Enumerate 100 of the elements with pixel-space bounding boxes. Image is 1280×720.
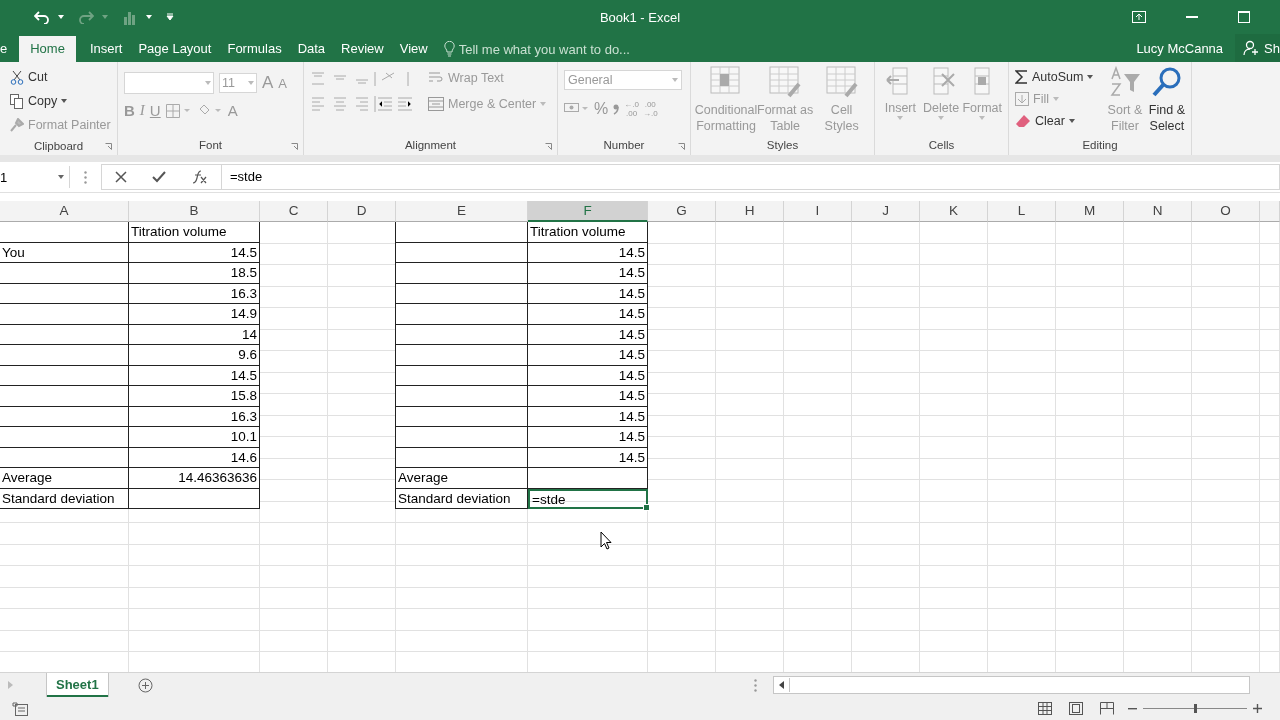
dropdown-caret-icon — [58, 175, 64, 179]
dropdown-caret-icon — [1087, 75, 1094, 79]
page-break-icon[interactable] — [1100, 702, 1114, 715]
column-header[interactable]: M — [1056, 201, 1124, 222]
zoom-out-icon[interactable] — [1128, 707, 1137, 710]
table-cell: 14.9 — [129, 304, 260, 325]
column-header[interactable]: J — [852, 201, 920, 222]
group-label: Styles — [766, 139, 799, 151]
dropdown-caret-icon — [61, 99, 68, 103]
column-header[interactable]: C — [260, 201, 328, 222]
dropdown-caret-icon — [938, 116, 945, 120]
ribbon-display-options-icon[interactable] — [1132, 11, 1146, 23]
sheet-tab[interactable]: Sheet1 — [47, 673, 108, 697]
paintbrush-icon — [10, 118, 24, 132]
ribbon-tab[interactable]: Insert — [81, 36, 131, 62]
name-box[interactable]: 1 — [0, 166, 70, 188]
dialog-launcher-icon[interactable] — [105, 143, 112, 150]
column-header[interactable]: E — [396, 201, 528, 222]
active-cell[interactable]: =stde — [528, 488, 648, 509]
dropdown-caret-icon[interactable] — [58, 15, 64, 19]
checkmark-icon[interactable] — [152, 171, 167, 183]
number-format-field[interactable]: General — [564, 70, 682, 90]
close-icon[interactable] — [114, 171, 127, 183]
group-label: Clipboard — [33, 139, 84, 152]
column-header[interactable]: D — [328, 201, 396, 222]
column-header[interactable]: N — [1124, 201, 1192, 222]
undo-icon[interactable] — [34, 10, 50, 24]
user-name[interactable]: Lucy McCanna — [1136, 40, 1224, 56]
dialog-launcher-icon[interactable] — [545, 143, 552, 150]
ribbon-tab[interactable]: View — [391, 36, 436, 62]
table-cell: Standard deviation — [396, 488, 528, 509]
table-cell: 14.5 — [528, 304, 648, 325]
table-cell: Average — [396, 468, 528, 489]
table-cell: 14.5 — [528, 263, 648, 284]
ribbon-tab[interactable]: Review — [333, 36, 392, 62]
page-layout-icon[interactable] — [1069, 702, 1083, 715]
column-header[interactable]: I — [784, 201, 852, 222]
add-sheet-icon[interactable] — [137, 677, 153, 693]
table-cell: 10.1 — [129, 427, 260, 448]
column-header[interactable]: O — [1192, 201, 1260, 222]
tell-me-field[interactable]: Tell me what you want to do... — [458, 41, 669, 57]
column-header[interactable]: K — [920, 201, 988, 222]
search-icon — [1150, 66, 1183, 98]
column-header[interactable]: G — [648, 201, 716, 222]
comma-style-icon[interactable] — [612, 102, 621, 116]
table-cell: 14.5 — [528, 447, 648, 468]
find-select-button[interactable]: Find & Select — [1148, 66, 1185, 135]
table-cell: 16.3 — [129, 283, 260, 304]
maximize-icon[interactable] — [1238, 11, 1250, 23]
ribbon-tab[interactable]: Page Layout — [130, 36, 220, 62]
column-header[interactable]: B — [129, 201, 260, 222]
clipboard-button[interactable]: Copy — [10, 90, 111, 112]
table-cell: 14.5 — [528, 283, 648, 304]
dropdown-caret-icon — [205, 81, 211, 85]
normal-view-icon[interactable] — [1038, 702, 1052, 715]
customize-toolbar-icon[interactable] — [166, 13, 174, 21]
formula-field[interactable]: =stde — [221, 164, 1280, 190]
column-header[interactable]: L — [988, 201, 1056, 222]
dropdown-caret-icon[interactable] — [146, 15, 152, 19]
table-cell: 14.6 — [129, 447, 260, 468]
dropdown-caret-icon — [1052, 97, 1059, 101]
font-size-field[interactable]: 11 — [219, 73, 257, 93]
borders-icon[interactable] — [165, 103, 192, 118]
share-button[interactable]: Sh — [1235, 34, 1280, 62]
dropdown-caret-icon — [979, 116, 986, 120]
column-header[interactable]: A — [0, 201, 129, 222]
table-cell: 16.3 — [129, 406, 260, 427]
table-cell: 14.46363636 — [129, 468, 260, 489]
dialog-launcher-icon[interactable] — [678, 143, 685, 150]
table-cell: 14.5 — [528, 345, 648, 366]
dropdown-caret-icon — [672, 78, 678, 82]
redo-icon[interactable] — [78, 10, 94, 24]
scroll-left-icon[interactable] — [779, 681, 784, 689]
editing-button[interactable]: AutoSum — [1015, 66, 1102, 88]
clipboard-button[interactable]: Cut — [10, 66, 111, 88]
drag-handle-icon[interactable] — [84, 170, 87, 184]
column-header[interactable]: F — [528, 201, 648, 222]
ribbon-tab[interactable]: Formulas — [219, 36, 290, 62]
horizontal-scrollbar[interactable] — [773, 676, 1250, 694]
dialog-launcher-icon[interactable] — [291, 143, 298, 150]
ribbon-tab[interactable]: e — [0, 36, 20, 62]
font-name-field[interactable] — [124, 72, 214, 94]
macro-icon[interactable] — [12, 701, 28, 716]
sort-filter-icon — [1109, 66, 1141, 98]
table-cell: 18.5 — [129, 263, 260, 284]
editing-button[interactable]: Clear — [1015, 110, 1102, 132]
table-cell: 14.5 — [528, 365, 648, 386]
column-header[interactable]: H — [716, 201, 784, 222]
function-icon[interactable] — [192, 170, 209, 184]
drag-handle-icon[interactable] — [754, 678, 757, 692]
eraser-icon — [1015, 114, 1031, 128]
scissors-icon — [10, 69, 24, 85]
table-cell: Titration volume — [528, 222, 648, 243]
table-cell: 14.5 — [528, 427, 648, 448]
zoom-in-icon[interactable] — [1253, 704, 1262, 713]
ribbon-tab[interactable]: Data — [289, 36, 334, 62]
ribbon-tab[interactable]: Home — [19, 36, 76, 62]
dropdown-caret-icon — [1068, 119, 1075, 123]
chart-icon[interactable] — [122, 9, 138, 25]
group-label: Number — [603, 139, 645, 151]
